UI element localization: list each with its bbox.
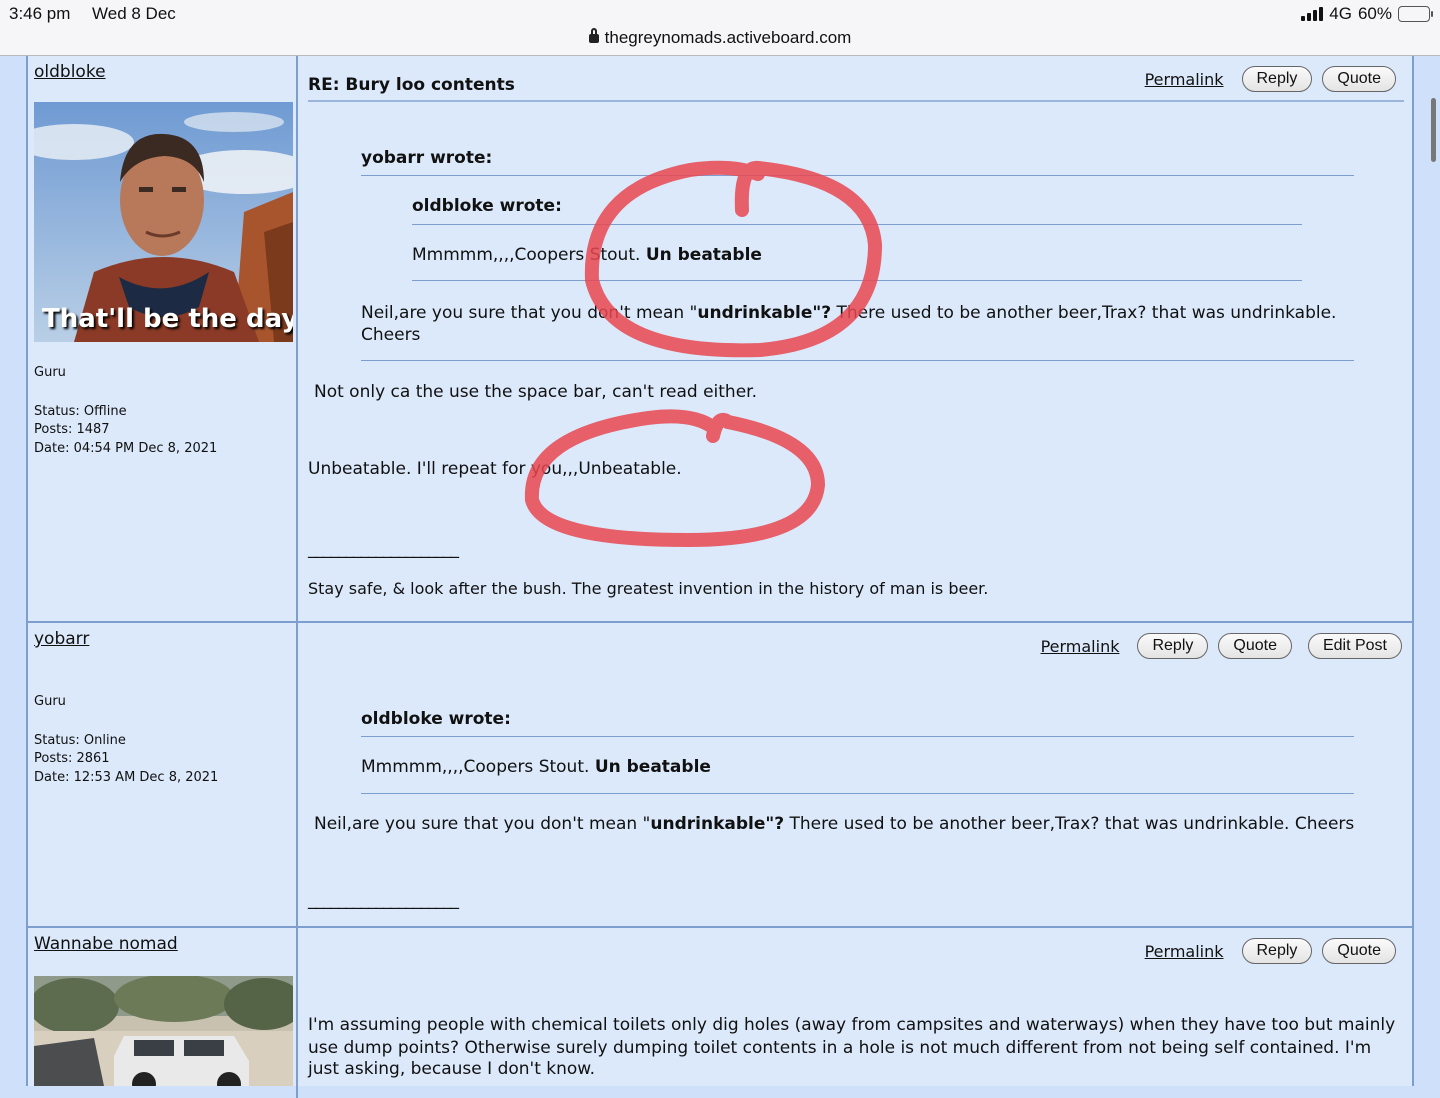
status-date: Wed 8 Dec [92,4,176,23]
battery-icon [1398,6,1433,22]
author-panel: Wannabe nomad [28,928,298,1098]
permalink-link[interactable]: Permalink [1041,637,1120,656]
permalink-link[interactable]: Permalink [1145,942,1224,961]
quote-button[interactable]: Quote [1322,66,1396,92]
nested-quote-author: oldbloke wrote: [412,196,562,216]
post-body: Permalink Reply Quote I'm assuming peopl… [300,928,1412,1098]
title-divider [308,100,1404,102]
status-time: 3:46 pm [9,4,71,23]
quote-button[interactable]: Quote [1322,938,1396,964]
quote-divider [361,175,1354,176]
author-post-count: Posts: 2861 [34,751,110,766]
avatar-caption: That'll be the day [42,304,293,334]
post-text: Not only ca the use the space bar, can't… [314,382,757,402]
address-bar[interactable]: thegreynomads.activeboard.com [0,28,1440,48]
reply-button[interactable]: Reply [1241,938,1313,964]
author-post-count: Posts: 1487 [34,422,110,437]
status-right: 4G 60% [1301,4,1433,24]
status-bar: 3:46 pm Wed 8 Dec 4G 60% thegreynomads.a… [0,0,1440,56]
author-panel: yobarr Guru Status: Online Posts: 2861 D… [28,623,298,926]
quote-button[interactable]: Quote [1218,633,1292,659]
quote-text: Neil,are you sure that you don't mean "u… [361,303,1337,323]
post-text: just asking, because I don't know. [308,1059,596,1079]
post-text: Neil,are you sure that you don't mean "u… [314,814,1355,834]
edit-post-button[interactable]: Edit Post [1307,633,1402,659]
post-body: Permalink Reply Quote Edit Post oldbloke… [300,623,1412,926]
avatar [34,976,293,1086]
signature-divider: ____________________ [308,539,459,559]
author-rank: Guru [34,365,66,380]
signature: Stay safe, & look after the bush. The gr… [308,579,989,598]
post-row: oldbloke That'll be the day Guru Status:… [28,56,1412,623]
author-panel: oldbloke That'll be the day Guru Status:… [28,56,298,621]
post-text: use dump points? Otherwise surely dumpin… [308,1038,1372,1058]
quote-divider [361,736,1354,737]
quote-text: Mmmmm,,,,Coopers Stout. Un beatable [361,757,711,777]
author-meta: Guru Status: Online Posts: 2861 Date: 12… [34,693,218,787]
nested-quote-text: Mmmmm,,,,Coopers Stout. Un beatable [412,245,762,265]
quote-author: oldbloke wrote: [361,709,511,729]
scrollbar[interactable] [1431,98,1436,162]
post-date: Date: 04:54 PM Dec 8, 2021 [34,440,218,456]
post-title: RE: Bury loo contents [308,75,515,95]
thread-board: oldbloke That'll be the day Guru Status:… [26,56,1414,1098]
signal-icon [1301,7,1324,21]
battery-percent: 60% [1357,4,1392,23]
quote-divider [412,224,1302,225]
author-status: Status: Offline [34,403,127,419]
post-actions: Permalink Reply Quote Edit Post [1041,633,1402,659]
post-text: Unbeatable. I'll repeat for you,,,Unbeat… [308,459,682,479]
post-date: Date: 12:53 AM Dec 8, 2021 [34,769,219,785]
post-text: I'm assuming people with chemical toilet… [308,1015,1396,1035]
reply-button[interactable]: Reply [1241,66,1313,92]
post-body: RE: Bury loo contents Permalink Reply Qu… [300,56,1412,621]
url-text: thegreynomads.activeboard.com [604,28,852,47]
signature-divider: ____________________ [308,890,459,910]
quote-divider [361,793,1354,794]
post-actions: Permalink Reply Quote [1145,66,1396,92]
quote-author: yobarr wrote: [361,148,493,168]
author-rank: Guru [34,694,66,709]
reply-button[interactable]: Reply [1137,633,1209,659]
author-link[interactable]: Wannabe nomad [34,934,178,954]
quote-text-cont: Cheers [361,325,421,345]
post-row: Wannabe nomad Permalink Reply Quote I'm … [28,928,1412,1098]
permalink-link[interactable]: Permalink [1145,70,1224,89]
author-meta: Guru Status: Offline Posts: 1487 Date: 0… [34,364,217,458]
post-row: yobarr Guru Status: Online Posts: 2861 D… [28,623,1412,928]
quote-divider [412,280,1302,281]
author-link[interactable]: yobarr [34,629,89,649]
lock-icon [588,28,599,43]
avatar: That'll be the day [34,102,293,342]
author-link[interactable]: oldbloke [34,62,106,82]
author-status: Status: Online [34,732,126,748]
network-label: 4G [1329,4,1352,23]
post-actions: Permalink Reply Quote [1145,938,1396,964]
quote-divider [361,360,1354,361]
